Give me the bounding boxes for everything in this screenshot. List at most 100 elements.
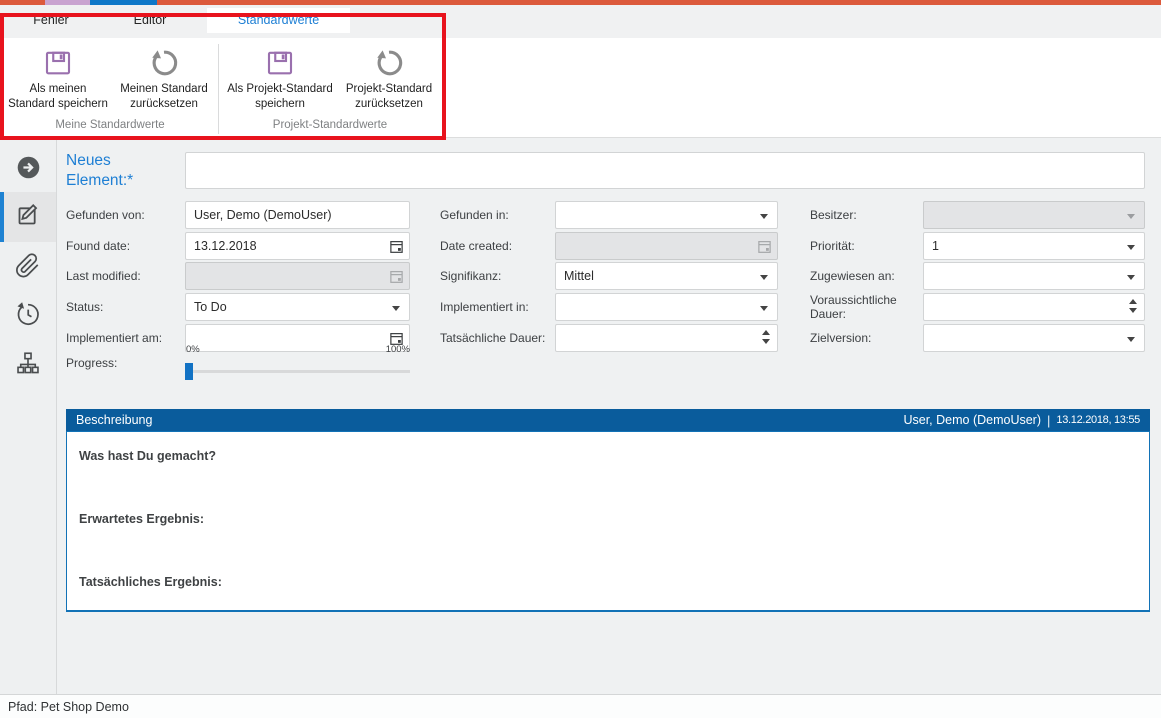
reset-icon [374,46,404,80]
field-label: Last modified: [66,262,182,290]
calendar-icon[interactable] [389,239,404,257]
spinner-arrows[interactable] [762,330,770,344]
editor-form: Neues Element:* Gefunden von: User, Demo… [57,138,1161,694]
besitzer-dropdown [923,201,1145,229]
description-editor[interactable]: Was hast Du gemacht? Erwartetes Ergebnis… [66,431,1150,612]
edit-icon [15,201,42,233]
ribbon-group-caption: Meine Standardwerte [4,119,216,131]
field-value: 1 [932,239,939,253]
new-element-input[interactable] [185,152,1145,189]
field-label: Besitzer: [810,201,920,229]
description-prompt: Tatsächliches Ergebnis: [79,575,222,589]
field-label: Implementiert am: [66,324,182,352]
status-bar: Pfad: Pet Shop Demo [0,694,1161,718]
chevron-down-icon[interactable] [1127,245,1135,250]
go-arrow-icon [15,154,42,186]
save-as-project-default-button[interactable]: Als Projekt-Standard speichern [222,44,338,120]
tab-fehler[interactable]: Fehler [6,8,96,33]
chevron-down-icon[interactable] [760,275,768,280]
slider-thumb[interactable] [185,363,193,380]
tab-editor[interactable]: Editor [104,8,196,33]
reset-icon [149,46,179,80]
hierarchy-icon [15,350,41,381]
chevron-down-icon [1127,214,1135,219]
app-window: Fehler Editor Standardwerte Als meinen S… [0,0,1161,718]
description-timestamp: 13.12.2018, 13:55 [1056,414,1140,426]
field-value: 13.12.2018 [194,239,257,253]
description-separator: | [1047,413,1050,428]
found-date-input[interactable]: 13.12.2018 [185,232,410,260]
ribbon-group-caption: Projekt-Standardwerte [222,119,438,131]
gefunden-von-input[interactable]: User, Demo (DemoUser) [185,201,410,229]
calendar-icon [389,269,404,287]
chevron-down-icon[interactable] [1127,337,1135,342]
ribbon-button-label: Projekt-Standard zurücksetzen [346,82,432,111]
progress-slider[interactable]: 0% 100% [185,344,412,384]
chevron-down-icon[interactable] [760,306,768,311]
field-label: Found date: [66,232,182,260]
prioritaet-dropdown[interactable]: 1 [923,232,1145,260]
chevron-down-icon[interactable] [392,306,400,311]
new-element-label: Neues Element:* [66,151,178,191]
description-meta: User, Demo (DemoUser) | 13.12.2018, 13:5… [903,413,1140,428]
tab-standardwerte[interactable]: Standardwerte [207,8,350,33]
sidebar-item-go[interactable] [0,147,56,193]
description-prompt: Erwartetes Ergebnis: [79,512,204,526]
spin-up-icon[interactable] [762,330,770,335]
zugewiesen-an-dropdown[interactable] [923,262,1145,290]
sidebar-item-editor[interactable] [0,192,56,242]
implementiert-in-dropdown[interactable] [555,293,778,321]
sidebar [0,138,57,694]
attachment-icon [15,253,41,284]
field-label: Tatsächliche Dauer: [440,324,552,352]
description-header: Beschreibung User, Demo (DemoUser) | 13.… [66,409,1150,431]
ribbon-button-label: Meinen Standard zurücksetzen [120,82,208,111]
tatsaechliche-dauer-spinner[interactable] [555,324,778,352]
field-label: Priorität: [810,232,920,260]
status-dropdown[interactable]: To Do [185,293,410,321]
reset-project-default-button[interactable]: Projekt-Standard zurücksetzen [340,44,438,120]
ribbon: Als meinen Standard speichern Meinen Sta… [0,38,1161,138]
zielversion-dropdown[interactable] [923,324,1145,352]
field-label: Gefunden von: [66,201,182,229]
field-value: User, Demo (DemoUser) [194,208,332,222]
spin-down-icon[interactable] [762,339,770,344]
signifikanz-dropdown[interactable]: Mittel [555,262,778,290]
field-label: Signifikanz: [440,262,552,290]
field-label: Zugewiesen an: [810,262,920,290]
spinner-arrows[interactable] [1129,299,1137,313]
save-as-my-default-button[interactable]: Als meinen Standard speichern [6,44,110,120]
field-label: Zielversion: [810,324,920,352]
description-title: Beschreibung [76,413,152,427]
ribbon-group-divider [218,44,219,134]
reset-my-default-button[interactable]: Meinen Standard zurücksetzen [112,44,216,120]
last-modified-input [185,262,410,290]
date-created-input [555,232,778,260]
progress-label: Progress: [66,356,182,370]
description-author: User, Demo (DemoUser) [903,413,1041,427]
chevron-down-icon[interactable] [1127,275,1135,280]
description-prompt: Was hast Du gemacht? [79,449,216,463]
slider-track[interactable] [185,370,410,373]
history-icon [15,301,41,332]
save-icon [265,46,295,80]
progress-min-label: 0% [186,344,200,355]
sidebar-item-hierarchy[interactable] [0,342,56,388]
field-label: Implementiert in: [440,293,552,321]
field-label: Voraussichtliche Dauer: [810,293,920,321]
ribbon-button-label: Als Projekt-Standard speichern [227,82,332,111]
status-path: Pfad: Pet Shop Demo [8,700,129,714]
sidebar-item-history[interactable] [0,293,56,339]
sidebar-item-attachments[interactable] [0,245,56,291]
save-icon [43,46,73,80]
calendar-icon [757,239,772,257]
progress-max-label: 100% [386,344,410,355]
field-label: Date created: [440,232,552,260]
field-label: Status: [66,293,182,321]
field-label: Gefunden in: [440,201,552,229]
spin-up-icon[interactable] [1129,299,1137,304]
spin-down-icon[interactable] [1129,308,1137,313]
chevron-down-icon[interactable] [760,214,768,219]
voraussichtliche-dauer-spinner[interactable] [923,293,1145,321]
gefunden-in-dropdown[interactable] [555,201,778,229]
